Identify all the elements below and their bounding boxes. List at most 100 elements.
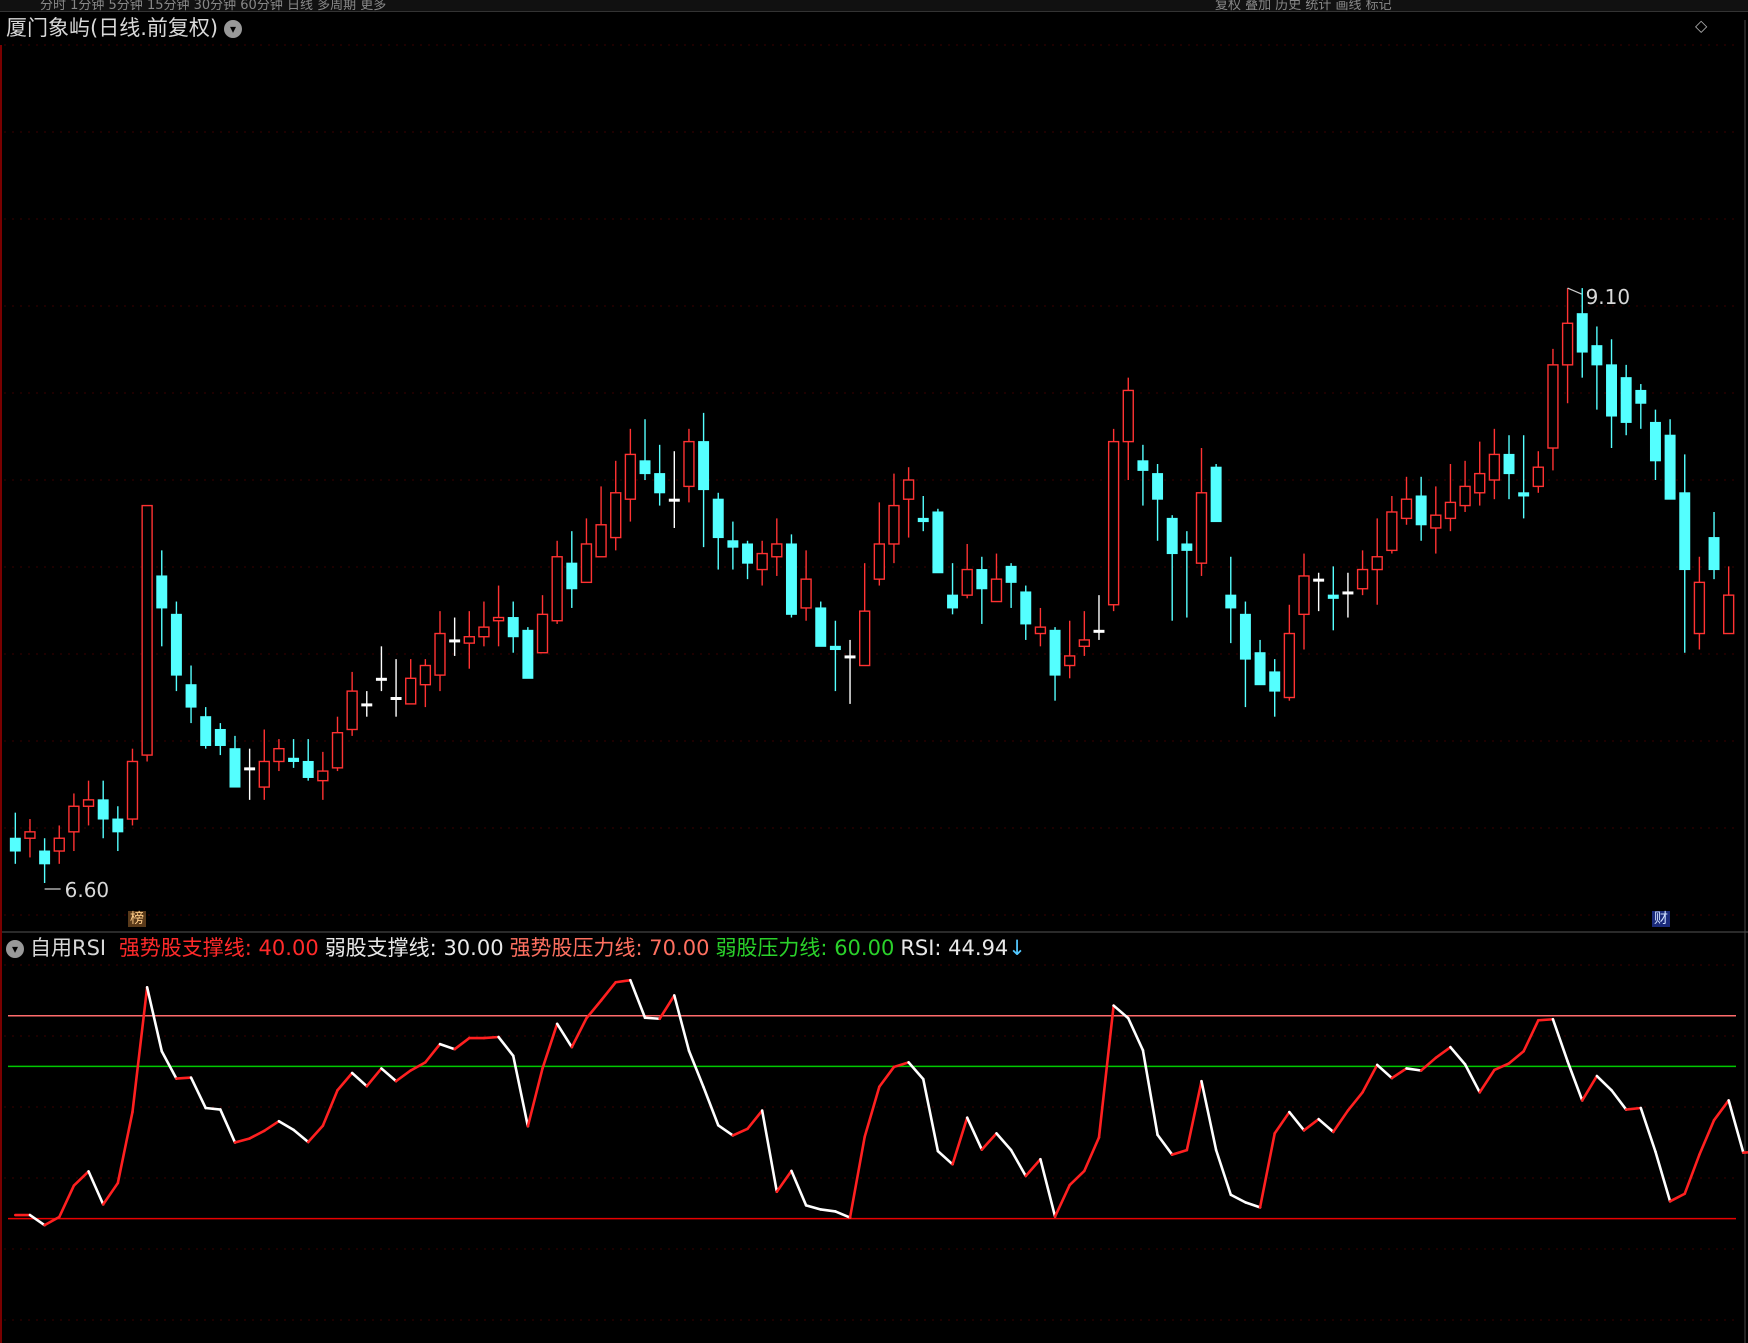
rsi-segment	[1537, 1017, 1555, 1022]
rsi-segment	[995, 1132, 1013, 1152]
cai-badge[interactable]: 财	[1652, 911, 1670, 927]
candle-body	[405, 677, 417, 705]
rsi-segment	[673, 994, 691, 1053]
candle-body	[1327, 594, 1339, 599]
rsi-segment	[804, 1204, 823, 1211]
rsi-segment	[1053, 1183, 1071, 1218]
rsi-segment	[394, 1069, 413, 1083]
rsi-segment	[453, 1036, 471, 1051]
candle-body	[990, 578, 1003, 603]
rsi-name: 自用RSI	[30, 936, 107, 960]
rsi-segment	[1449, 1045, 1467, 1066]
candle-body	[756, 552, 768, 571]
rsi-segment	[1390, 1067, 1408, 1080]
candle-body	[478, 626, 490, 638]
rsi-segment	[438, 1042, 456, 1051]
candle-body	[331, 731, 344, 769]
rsi-segment	[1331, 1109, 1350, 1134]
low-label: 6.60	[65, 878, 110, 902]
candle-body	[434, 632, 446, 676]
candle-body	[361, 703, 373, 707]
candle-body	[1049, 629, 1061, 676]
rsi-segment	[1097, 1004, 1115, 1139]
candle-body	[1283, 632, 1296, 699]
rsi-segment	[1302, 1117, 1320, 1132]
candle-body	[1503, 453, 1515, 475]
candle-body	[288, 757, 300, 762]
rsi-segment	[614, 978, 632, 984]
candle-body	[39, 850, 51, 865]
candle-body	[1078, 639, 1091, 648]
candle-body	[580, 543, 593, 584]
rsi-segment	[1595, 1074, 1613, 1092]
candle-body	[1400, 498, 1413, 520]
chart-canvas: 9.10 6.60	[0, 20, 1748, 1343]
candle-body	[595, 524, 607, 558]
rsi-segment	[1126, 1016, 1145, 1052]
candle-body	[1679, 492, 1691, 571]
candle-body	[1005, 565, 1017, 583]
candle-body	[888, 504, 900, 545]
rsi-legend-item: 弱股压力线: 60.00	[715, 936, 895, 960]
candle-body	[1152, 473, 1164, 500]
rsi-segment	[834, 1210, 852, 1219]
rsi-segment	[526, 1067, 544, 1128]
rsi-segment	[907, 1061, 925, 1081]
candle-body	[785, 543, 797, 615]
rsi-segment	[702, 1085, 720, 1127]
candle-body	[1430, 514, 1442, 529]
rsi-segment	[262, 1119, 281, 1133]
candle-body	[1620, 377, 1632, 423]
rsi-segment	[1405, 1067, 1423, 1072]
rsi-dropdown-icon[interactable]: ▾	[6, 940, 24, 958]
rsi-segment	[555, 1022, 574, 1049]
rsi-segment	[936, 1149, 954, 1166]
title-dropdown-icon[interactable]: ▾	[224, 20, 243, 38]
candle-body	[1313, 578, 1325, 582]
rsi-legend: ▾ 自用RSI 强势股支撑线: 40.00 弱股支撑线: 30.00 强势股压力线: …	[6, 932, 1026, 962]
rsi-segment	[878, 1065, 896, 1089]
candle-body	[961, 568, 973, 596]
rsi-segment	[1185, 1079, 1203, 1152]
rsi-segment	[1654, 1150, 1672, 1203]
candle-body	[156, 575, 168, 609]
rsi-segment	[1434, 1045, 1452, 1060]
rsi-segment	[760, 1109, 779, 1193]
stock-name: 厦门象屿	[6, 16, 90, 40]
candle-body	[507, 617, 519, 638]
candle-body	[1181, 543, 1193, 551]
candle-body	[170, 613, 182, 676]
rsi-segment	[160, 1049, 178, 1080]
candle-body	[1606, 364, 1618, 417]
rsi-segment	[101, 1181, 120, 1206]
rsi-segment	[980, 1132, 998, 1151]
rsi-legend-items: 强势股支撑线: 40.00 弱股支撑线: 30.00 强势股压力线: 70.00 弱股…	[113, 936, 1008, 960]
rsi-segment	[746, 1109, 764, 1131]
candle-body	[68, 805, 80, 833]
rsi-segment	[1229, 1193, 1247, 1204]
diamond-icon[interactable]: ◇	[1695, 16, 1707, 35]
candle-body	[185, 684, 197, 708]
candle-body	[639, 460, 651, 475]
rsi-segment	[1141, 1048, 1159, 1137]
candle-body	[317, 770, 329, 782]
rsi-segment	[233, 1137, 251, 1144]
candle-body	[1107, 440, 1120, 606]
candle-body	[858, 610, 871, 667]
rsi-segment	[350, 1071, 369, 1088]
candle-body	[463, 636, 475, 644]
rsi-segment	[1214, 1148, 1233, 1197]
bang-badge[interactable]: 榜	[128, 911, 146, 927]
rsi-segment	[292, 1128, 310, 1144]
candle-body	[1122, 389, 1134, 443]
rsi-segment	[1083, 1136, 1101, 1173]
rsi-segment	[306, 1124, 325, 1144]
down-arrow-icon: ↓	[1008, 936, 1026, 960]
candle-body	[1020, 591, 1032, 625]
rsi-segment	[1580, 1074, 1599, 1102]
candle-body	[654, 473, 666, 494]
candle-body	[1649, 421, 1661, 462]
candle-body	[902, 479, 915, 500]
candle-body	[566, 562, 578, 590]
candle-body	[947, 594, 959, 609]
